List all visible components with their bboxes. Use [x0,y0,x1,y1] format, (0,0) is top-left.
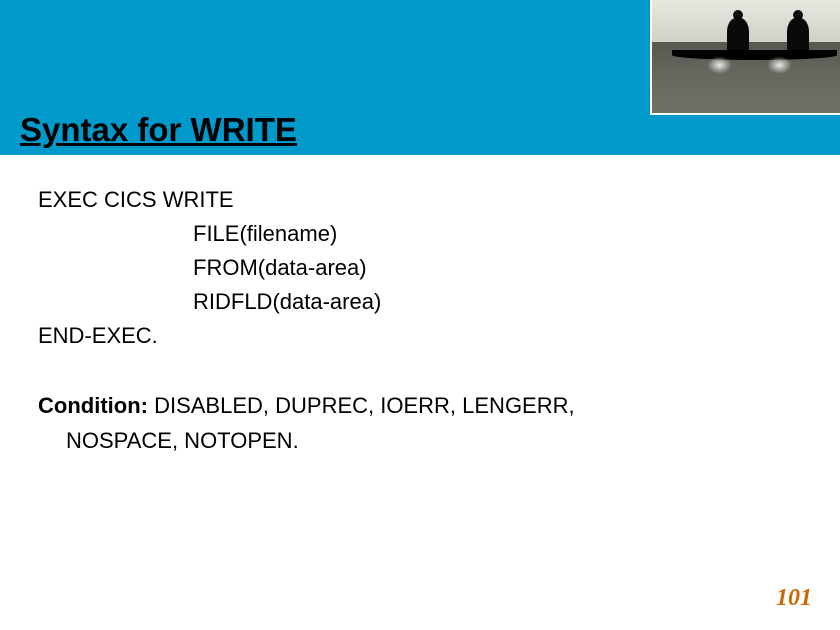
code-line: FROM(data-area) [38,251,802,285]
boat-silhouette [672,50,837,60]
slide-title: Syntax for WRITE [20,111,297,149]
water-splash [767,56,792,74]
page-number: 101 [776,585,812,612]
condition-block: Condition: DISABLED, DUPREC, IOERR, LENG… [38,389,802,457]
syntax-block: EXEC CICS WRITE FILE(filename) FROM(data… [38,183,802,353]
condition-line: NOSPACE, NOTOPEN. [38,424,802,458]
water-splash [707,56,732,74]
rower-silhouette [787,18,809,53]
condition-line: Condition: DISABLED, DUPREC, IOERR, LENG… [38,389,802,423]
code-line: EXEC CICS WRITE [38,183,802,217]
code-line: END-EXEC. [38,319,802,353]
code-line: RIDFLD(data-area) [38,285,802,319]
header-photo [650,0,840,115]
code-line: FILE(filename) [38,217,802,251]
condition-text: DISABLED, DUPREC, IOERR, LENGERR, [154,393,575,418]
rower-silhouette [727,18,749,53]
slide-content: EXEC CICS WRITE FILE(filename) FROM(data… [0,155,840,458]
condition-label: Condition: [38,393,154,418]
slide-header: Syntax for WRITE [0,0,840,155]
